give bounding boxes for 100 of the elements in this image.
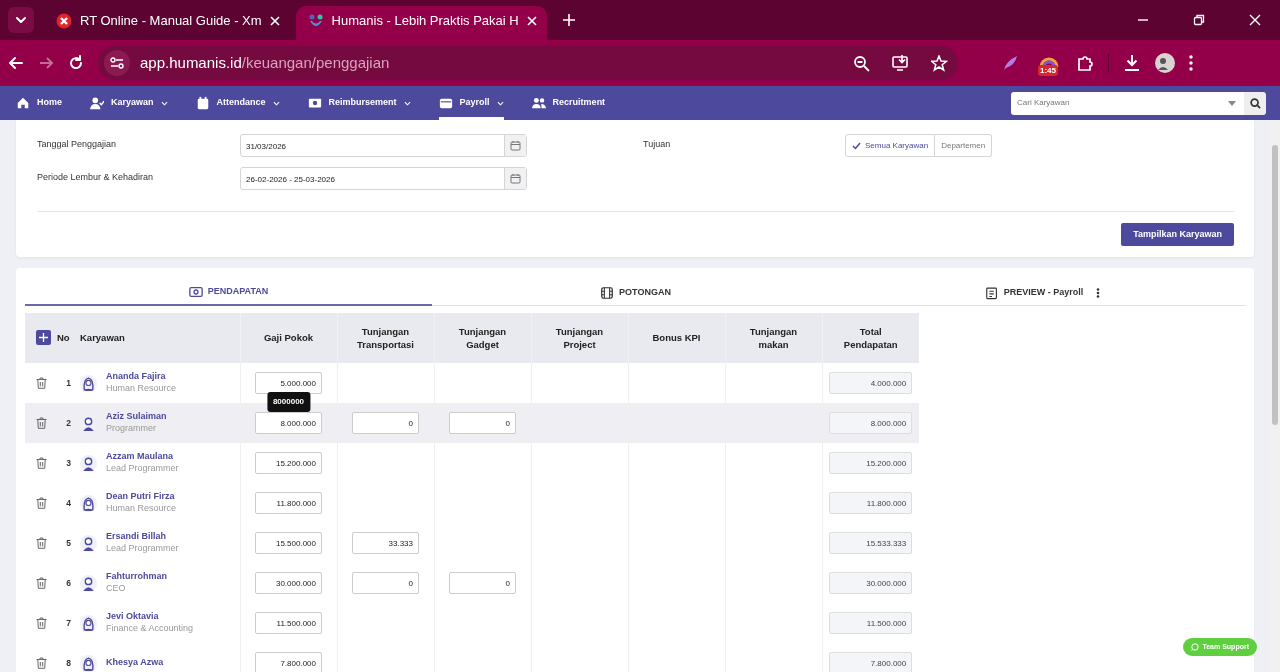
salary-input[interactable]: 7.800.000 bbox=[255, 652, 322, 672]
close-icon[interactable] bbox=[526, 16, 537, 26]
feather-icon[interactable] bbox=[1002, 55, 1018, 71]
column-header: Karyawan bbox=[80, 313, 240, 363]
allowance-input[interactable]: 0 bbox=[352, 572, 419, 594]
total-field[interactable]: 8.000.000 bbox=[829, 412, 913, 434]
favicon-icon bbox=[56, 13, 72, 29]
column-header: No bbox=[57, 313, 80, 363]
table-row[interactable]: 5 Ersandi Billah Lead Programmer 15.500.000 33.333 15.533.333 bbox=[25, 523, 919, 563]
employee-name[interactable]: Khesya Azwa bbox=[106, 657, 164, 669]
total-field[interactable]: 15.200.000 bbox=[829, 452, 913, 474]
chevron-down-icon bbox=[15, 14, 27, 26]
browser-tab[interactable]: Humanis - Lebih Praktis Pakai H bbox=[295, 6, 547, 40]
nav-item[interactable]: Karyawan bbox=[90, 86, 168, 120]
table-row[interactable]: 3 Azzam Maulana Lead Programmer 15.200.000 15.200.000 bbox=[25, 443, 919, 483]
caret-down-icon[interactable] bbox=[1228, 100, 1236, 106]
allowance-input[interactable]: 0 bbox=[449, 412, 516, 434]
restore-icon[interactable] bbox=[1193, 14, 1205, 26]
employee-search-field[interactable]: Cari Karyawan bbox=[1011, 91, 1244, 115]
url-text: app.humanis.id/keuangan/penggajian bbox=[140, 52, 391, 73]
avatar-icon bbox=[80, 574, 97, 592]
search-button[interactable] bbox=[1244, 91, 1266, 115]
download-icon[interactable] bbox=[1123, 54, 1141, 72]
employee-name[interactable]: Dean Putri Firza bbox=[106, 491, 177, 503]
user-check-icon bbox=[90, 96, 104, 110]
salary-input[interactable]: 11.500.000 bbox=[255, 612, 322, 634]
show-employees-button[interactable]: Tampilkan Karyawan bbox=[1121, 223, 1234, 246]
salary-input[interactable]: 15.200.000 bbox=[255, 452, 322, 474]
calendar-button[interactable] bbox=[504, 135, 526, 156]
install-app-icon[interactable] bbox=[892, 54, 909, 72]
back-icon[interactable] bbox=[8, 55, 24, 71]
date-field[interactable]: 31/03/2026 bbox=[240, 134, 527, 157]
puzzle-icon[interactable] bbox=[1076, 54, 1094, 72]
total-field[interactable]: 15.533.333 bbox=[829, 532, 913, 554]
total-field[interactable]: 11.500.000 bbox=[829, 612, 913, 634]
toggle-option[interactable]: Semua Karyawan bbox=[845, 134, 936, 157]
allowance-input[interactable]: 0 bbox=[449, 572, 516, 594]
table-row[interactable]: 8 Khesya Azwa 7.800.000 7.800.000 bbox=[25, 643, 919, 672]
plus-icon bbox=[39, 333, 48, 343]
new-tab-icon[interactable] bbox=[562, 14, 575, 26]
star-icon[interactable] bbox=[931, 54, 948, 72]
site-settings-icon[interactable] bbox=[104, 50, 130, 76]
zoom-out-icon[interactable] bbox=[853, 54, 870, 72]
employee-name[interactable]: Ersandi Billah bbox=[106, 531, 179, 543]
nav-item[interactable]: Recruitment bbox=[531, 86, 606, 120]
table-row[interactable]: 4 Dean Putri Firza Human Resource 11.800.000 11.800.000 bbox=[25, 483, 919, 523]
trash-icon[interactable] bbox=[35, 416, 47, 429]
field-label: Tujuan bbox=[643, 138, 672, 151]
total-field[interactable]: 4.000.000 bbox=[829, 372, 913, 394]
employee-name[interactable]: Jevi Oktavia bbox=[106, 611, 194, 623]
toggle-option[interactable]: Departemen bbox=[935, 134, 993, 157]
tab[interactable]: PREVIEW - Payroll bbox=[839, 280, 1246, 306]
salary-input[interactable]: 8.000.000 bbox=[255, 412, 322, 434]
salary-input[interactable]: 5.000.000 bbox=[255, 372, 322, 394]
trash-icon[interactable] bbox=[35, 576, 47, 589]
trash-icon[interactable] bbox=[35, 456, 47, 469]
total-field[interactable]: 30.000.000 bbox=[829, 572, 913, 594]
allowance-input[interactable]: 0 bbox=[352, 412, 419, 434]
close-icon[interactable] bbox=[269, 16, 280, 26]
nav-item[interactable]: Attendance bbox=[195, 86, 280, 120]
reload-icon[interactable] bbox=[68, 55, 84, 71]
table-row[interactable]: 6 Fahturrohman CEO 30.000.000 0 0 30.000.000 bbox=[25, 563, 919, 603]
date-field[interactable]: 26-02-2026 - 25-03-2026 bbox=[240, 167, 527, 190]
total-field[interactable]: 7.800.000 bbox=[829, 652, 913, 672]
column-header: Tunjangan Project bbox=[531, 313, 628, 363]
avatar-icon bbox=[80, 494, 97, 512]
more-options-icon[interactable] bbox=[1189, 55, 1193, 71]
tab[interactable]: POTONGAN bbox=[432, 280, 839, 306]
column-header: Total Pendapatan bbox=[822, 313, 919, 363]
trash-icon[interactable] bbox=[35, 616, 47, 629]
address-bar[interactable]: app.humanis.id/keuangan/penggajian bbox=[98, 46, 958, 80]
employee-name[interactable]: Aziz Sulaiman bbox=[106, 411, 167, 423]
avatar-icon bbox=[80, 614, 97, 632]
add-button[interactable] bbox=[36, 330, 51, 346]
tab[interactable]: PENDAPATAN bbox=[25, 280, 432, 306]
table-row[interactable]: 2 Aziz Sulaiman Programmer 8.000.000 0 0 8.000.000 bbox=[25, 403, 919, 443]
employee-name[interactable]: Azzam Maulana bbox=[106, 451, 179, 463]
nav-item[interactable]: Home bbox=[16, 86, 62, 120]
trash-icon[interactable] bbox=[35, 376, 47, 389]
salary-input[interactable]: 15.500.000 bbox=[255, 532, 322, 554]
trash-icon[interactable] bbox=[35, 536, 47, 549]
scrollbar[interactable] bbox=[1270, 120, 1280, 672]
allowance-input[interactable]: 33.333 bbox=[352, 532, 419, 554]
salary-input[interactable]: 11.800.000 bbox=[255, 492, 322, 514]
employee-name[interactable]: Ananda Fajira bbox=[106, 371, 177, 383]
trash-icon[interactable] bbox=[35, 496, 47, 509]
row-number: 8 bbox=[66, 657, 71, 668]
salary-input[interactable]: 30.000.000 bbox=[255, 572, 322, 594]
forward-icon[interactable] bbox=[38, 55, 54, 71]
browser-tab[interactable]: RT Online - Manual Guide - Xm bbox=[44, 6, 290, 40]
calendar-button[interactable] bbox=[504, 168, 526, 189]
table-row[interactable]: 7 Jevi Oktavia Finance & Accounting 11.500.000 11.500.000 bbox=[25, 603, 919, 643]
profile-avatar-icon[interactable] bbox=[1155, 53, 1175, 73]
more-options-icon[interactable] bbox=[1096, 287, 1101, 298]
total-field[interactable]: 11.800.000 bbox=[829, 492, 913, 514]
close-icon[interactable] bbox=[1249, 14, 1261, 26]
employee-name[interactable]: Fahturrohman bbox=[106, 571, 167, 583]
tab-search-button[interactable] bbox=[8, 7, 34, 33]
nav-item[interactable]: Reimbursement bbox=[307, 86, 411, 120]
trash-icon[interactable] bbox=[35, 656, 47, 669]
